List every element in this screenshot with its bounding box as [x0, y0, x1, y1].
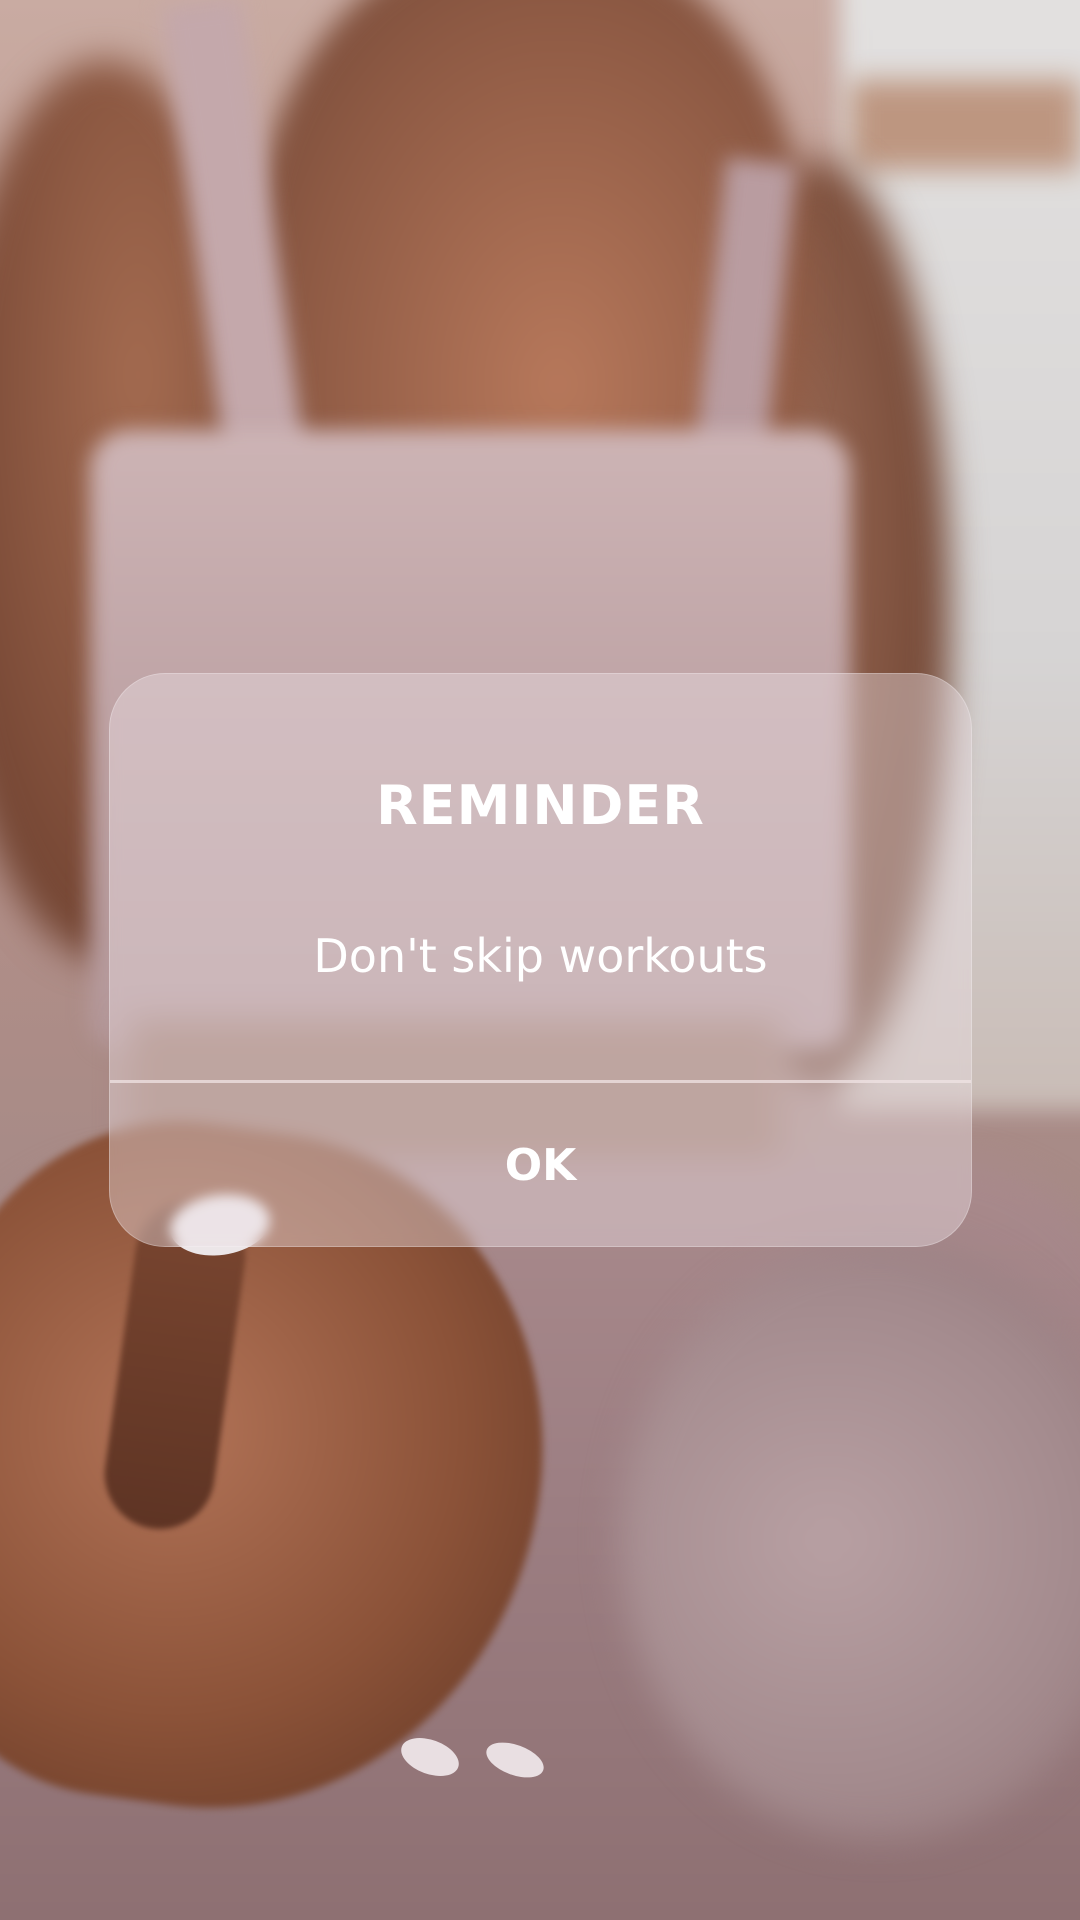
background-shelf — [850, 80, 1080, 170]
reminder-screen: REMINDER Don't skip workouts OK — [0, 0, 1080, 1920]
dialog-message: Don't skip workouts — [313, 929, 768, 983]
reminder-dialog: REMINDER Don't skip workouts OK — [109, 673, 972, 1247]
dialog-title: REMINDER — [376, 774, 705, 837]
ok-button[interactable]: OK — [110, 1083, 971, 1246]
